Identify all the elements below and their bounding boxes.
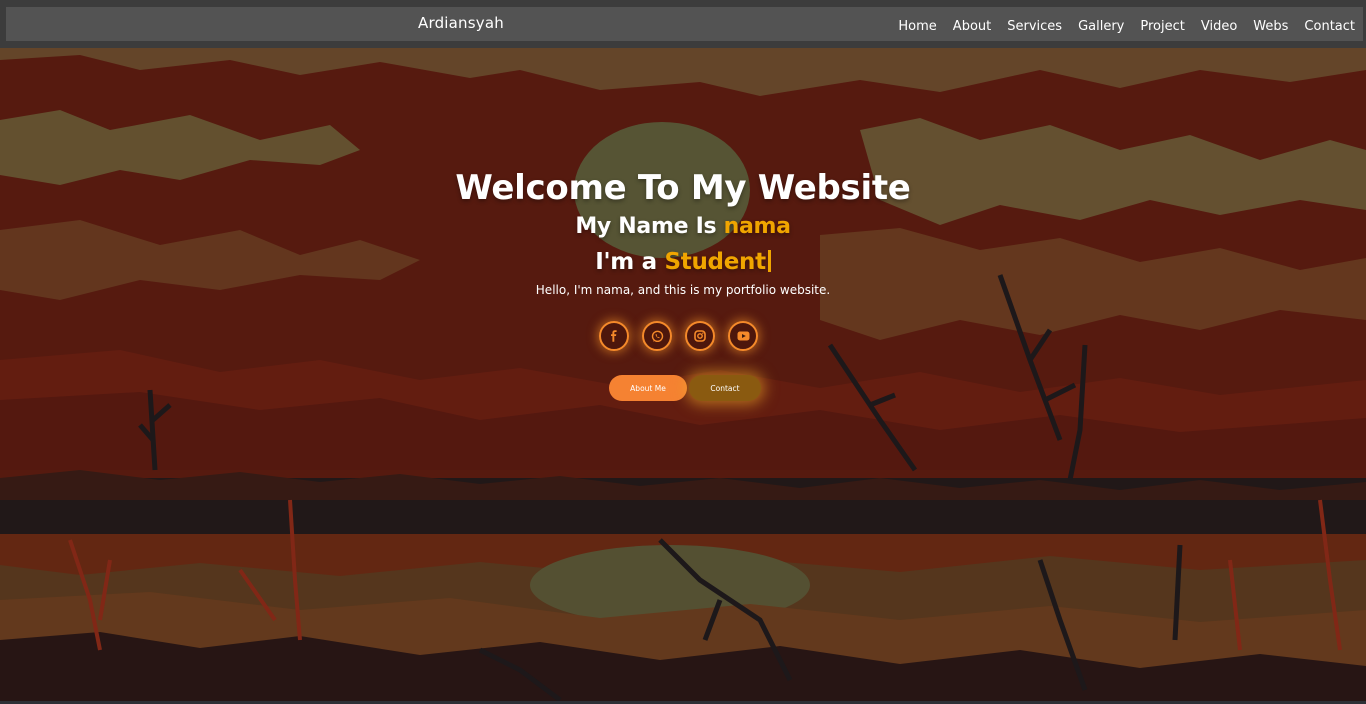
nav-links: Home About Services Gallery Project Vide… [890,7,1363,41]
typing-caret [767,250,771,272]
contact-button[interactable]: Contact [689,375,761,401]
nav-project[interactable]: Project [1132,19,1192,34]
hero-name-prefix: My Name Is [575,214,717,239]
whatsapp-icon [651,330,663,342]
navbar: Ardiansyah Home About Services Gallery P… [0,0,1366,48]
instagram-link[interactable] [685,321,715,351]
navbar-inner: Ardiansyah Home About Services Gallery P… [6,7,1363,41]
brand-logo[interactable]: Ardiansyah [418,14,504,32]
nav-services[interactable]: Services [999,19,1070,34]
nav-video[interactable]: Video [1193,19,1245,34]
hero-name-line: My Name Is nama [0,214,1366,239]
about-me-button[interactable]: About Me [609,375,687,401]
facebook-icon [611,330,617,342]
nav-gallery[interactable]: Gallery [1070,19,1132,34]
hero-role-line: I'm a Student [0,249,1366,275]
facebook-link[interactable] [599,321,629,351]
hero-title: Welcome To My Website [455,168,911,208]
nav-about[interactable]: About [945,19,999,34]
whatsapp-link[interactable] [642,321,672,351]
hero-tagline: Hello, I'm nama, and this is my portfoli… [535,283,831,297]
instagram-icon [694,330,706,342]
youtube-icon [737,331,749,341]
social-links [599,321,758,351]
hero-role-prefix: I'm a [595,249,657,275]
youtube-link[interactable] [728,321,758,351]
hero-role: Student [664,249,767,275]
hero-buttons: About Me Contact [609,375,761,401]
nav-home[interactable]: Home [890,19,944,34]
hero-name: nama [723,214,791,239]
nav-webs[interactable]: Webs [1245,19,1296,34]
nav-contact[interactable]: Contact [1296,19,1363,34]
